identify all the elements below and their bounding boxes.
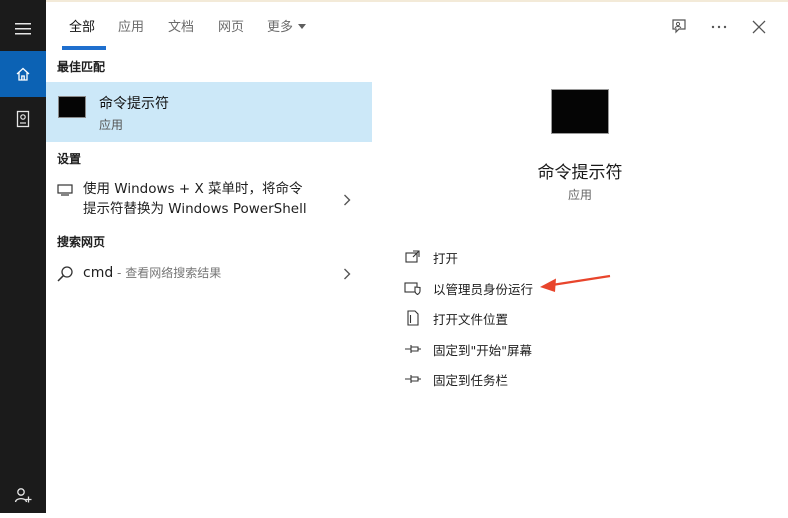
command-prompt-icon xyxy=(58,96,86,118)
pin-icon xyxy=(404,341,422,357)
web-search-query: cmd xyxy=(83,265,114,281)
close-button[interactable] xyxy=(748,16,770,38)
account-button[interactable] xyxy=(0,472,46,518)
menu-button[interactable] xyxy=(0,6,46,52)
best-match-subtitle: 应用 xyxy=(99,118,124,132)
settings-heading: 设置 xyxy=(57,152,82,166)
documents-button[interactable] xyxy=(0,96,46,142)
search-icon xyxy=(56,265,74,283)
action-pin-to-start[interactable]: 固定到"开始"屏幕 xyxy=(404,339,604,361)
ellipsis-icon xyxy=(711,25,727,29)
settings-result-line2: 提示符替换为 Windows PowerShell xyxy=(83,201,307,217)
user-add-icon xyxy=(14,488,32,503)
web-search-heading: 搜索网页 xyxy=(57,235,106,249)
notebook-icon xyxy=(16,110,30,128)
web-search-hint: - 查看网络搜索结果 xyxy=(113,266,222,280)
tab-all[interactable]: 全部 xyxy=(69,16,95,35)
best-match-title: 命令提示符 xyxy=(99,96,169,112)
search-tabs: 全部 应用 文档 网页 更多 xyxy=(46,2,788,50)
preview-subtitle: 应用 xyxy=(567,188,592,202)
left-rail xyxy=(0,0,46,513)
more-options-button[interactable] xyxy=(708,16,730,38)
active-tab-indicator xyxy=(62,46,106,50)
home-button[interactable] xyxy=(0,51,46,97)
close-icon xyxy=(752,20,766,34)
action-pin-to-start-label: 固定到"开始"屏幕 xyxy=(433,343,532,358)
action-pin-to-taskbar-label: 固定到任务栏 xyxy=(433,373,509,388)
chevron-right-icon[interactable] xyxy=(342,267,352,281)
action-pin-to-taskbar[interactable]: 固定到任务栏 xyxy=(404,369,604,391)
home-icon xyxy=(16,67,30,81)
hamburger-icon xyxy=(15,23,31,35)
best-match-result[interactable]: 命令提示符 应用 xyxy=(46,82,372,142)
feedback-button[interactable] xyxy=(668,16,690,38)
action-run-as-admin-label: 以管理员身份运行 xyxy=(433,282,534,297)
chevron-down-icon xyxy=(298,24,307,29)
tab-apps[interactable]: 应用 xyxy=(118,16,144,35)
pin-icon xyxy=(404,371,422,387)
shield-admin-icon xyxy=(404,280,422,296)
tab-web[interactable]: 网页 xyxy=(218,16,244,35)
tab-more[interactable]: 更多 xyxy=(267,16,307,35)
feedback-icon xyxy=(672,19,686,34)
settings-result[interactable]: 使用 Windows + X 菜单时，将命令 提示符替换为 Windows Po… xyxy=(46,178,372,222)
action-open-file-location[interactable]: 打开文件位置 xyxy=(404,308,604,330)
web-search-result[interactable]: cmd - 查看网络搜索结果 xyxy=(46,262,372,286)
preview-title: 命令提示符 xyxy=(537,163,623,183)
tab-more-label: 更多 xyxy=(267,20,294,35)
tab-documents[interactable]: 文档 xyxy=(168,16,194,35)
action-open[interactable]: 打开 xyxy=(404,247,604,269)
command-prompt-large-icon xyxy=(551,89,609,134)
annotation-arrow-icon xyxy=(540,274,611,292)
chevron-right-icon[interactable] xyxy=(342,193,352,207)
best-match-heading: 最佳匹配 xyxy=(57,60,106,74)
open-icon xyxy=(404,249,422,265)
monitor-icon xyxy=(57,184,73,196)
action-open-file-location-label: 打开文件位置 xyxy=(433,312,509,327)
action-open-label: 打开 xyxy=(433,251,459,266)
settings-result-line1: 使用 Windows + X 菜单时，将命令 xyxy=(83,181,303,197)
file-location-icon xyxy=(404,310,422,326)
